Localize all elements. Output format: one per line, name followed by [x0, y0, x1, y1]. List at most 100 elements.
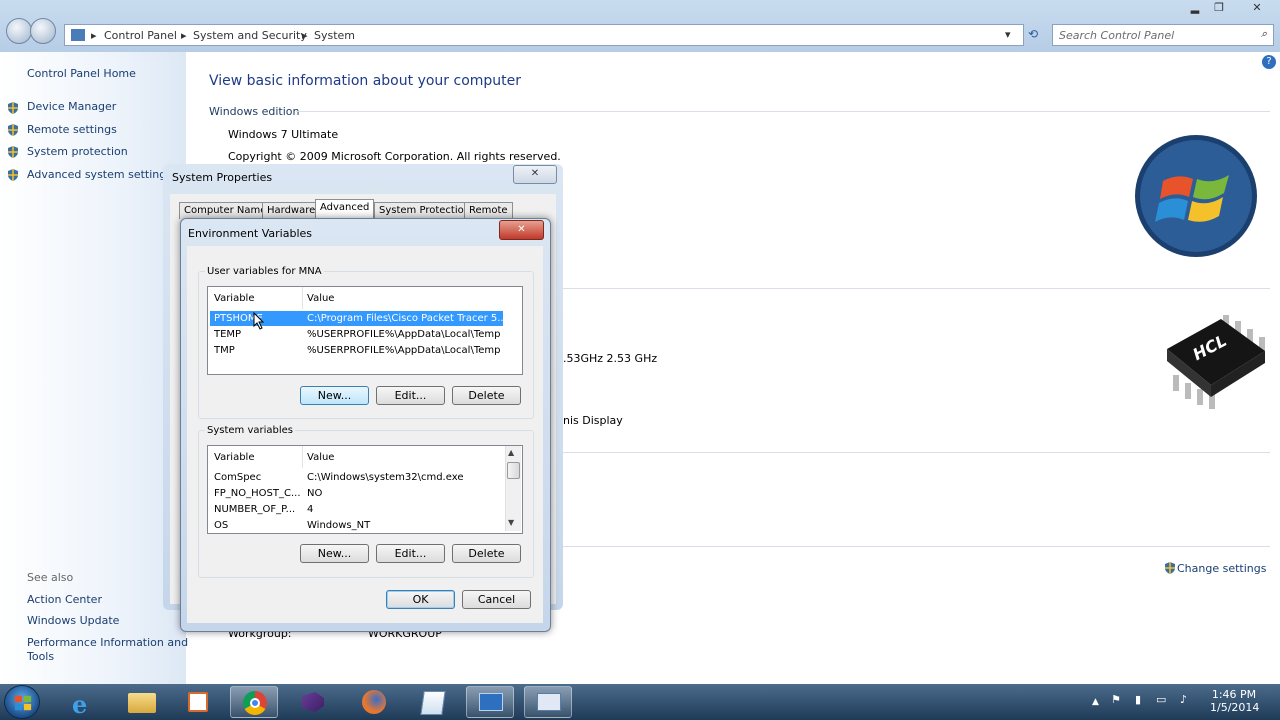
refresh-icon[interactable]: ⟲ — [1028, 27, 1038, 41]
search-input[interactable]: Search Control Panel ⌕ — [1052, 24, 1274, 46]
tab-advanced[interactable]: Advanced — [315, 199, 375, 219]
tab-computer-name[interactable]: Computer Name — [179, 202, 272, 219]
user-new-button[interactable]: New... — [300, 386, 369, 405]
sidebar-item-advanced-system-settings[interactable]: Advanced system settings — [27, 168, 172, 181]
tab-hardware[interactable]: Hardware — [262, 202, 321, 219]
system-var-value[interactable]: NO — [307, 488, 322, 499]
edition-value: Windows 7 Ultimate — [228, 128, 339, 141]
system-col-variable[interactable]: Variable — [214, 452, 255, 463]
page-title: View basic information about your comput… — [209, 73, 522, 89]
address-bar[interactable]: ▸ Control Panel ▸ System and Security ▸ … — [64, 24, 1024, 46]
sidebar-item-windows-update[interactable]: Windows Update — [27, 614, 119, 627]
system-var-value[interactable]: 4 — [307, 504, 313, 515]
chrome-icon[interactable] — [230, 686, 278, 718]
start-orb[interactable] — [4, 685, 40, 719]
maximize-button[interactable]: ❐ — [1208, 1, 1230, 17]
system-var-name[interactable]: ComSpec — [214, 472, 261, 483]
tab-remote[interactable]: Remote — [464, 202, 513, 219]
minimize-button[interactable]: ▂ — [1184, 1, 1206, 17]
breadcrumb-separator: ▸ — [91, 29, 97, 42]
forward-icon[interactable] — [30, 18, 56, 44]
clock-date: 1/5/2014 — [1210, 701, 1260, 714]
internet-explorer-icon[interactable]: e — [60, 686, 108, 719]
file-explorer-icon[interactable] — [118, 686, 166, 718]
sidebar-control-panel-home[interactable]: Control Panel Home — [27, 67, 136, 80]
system-variables-scrollbar[interactable]: ▲ ▼ — [505, 446, 521, 531]
notepad-icon[interactable] — [408, 686, 456, 718]
clock[interactable]: 1:46 PM 1/5/2014 — [1210, 688, 1260, 714]
system-edit-button[interactable]: Edit... — [376, 544, 445, 563]
user-delete-button[interactable]: Delete — [452, 386, 521, 405]
divider — [560, 546, 1270, 547]
nav-buttons — [6, 18, 56, 48]
environment-variables-close-button[interactable]: ✕ — [499, 220, 544, 240]
system-properties-title: System Properties — [172, 171, 273, 184]
user-var-value[interactable]: C:\Program Files\Cisco Packet Tracer 5..… — [307, 313, 510, 324]
system-properties-close-button[interactable]: ✕ — [513, 165, 557, 184]
firefox-icon[interactable] — [350, 686, 398, 718]
scroll-down-icon[interactable]: ▼ — [508, 518, 514, 527]
system-var-name[interactable]: OS — [214, 520, 228, 531]
system-properties-icon[interactable] — [524, 686, 572, 718]
sidebar-item-device-manager[interactable]: Device Manager — [27, 100, 116, 113]
column-divider — [302, 287, 303, 309]
breadcrumb-control-panel[interactable]: Control Panel — [104, 29, 177, 42]
address-dropdown-icon[interactable]: ▾ — [1005, 28, 1011, 41]
section-windows-edition: Windows edition — [209, 105, 300, 118]
breadcrumb-separator: ▸ — [302, 29, 308, 42]
system-var-name[interactable]: FP_NO_HOST_C... — [214, 488, 301, 499]
system-var-value[interactable]: C:\Windows\system32\cmd.exe — [307, 472, 463, 483]
shield-icon — [1165, 562, 1175, 574]
user-col-variable[interactable]: Variable — [214, 293, 255, 304]
mouse-cursor-icon — [253, 312, 265, 330]
sidebar-item-performance-info[interactable]: Performance Information and — [27, 636, 188, 649]
manufacturer-logo — [1167, 315, 1265, 409]
windows-flag-icon — [14, 695, 32, 711]
volume-icon[interactable]: ♪ — [1180, 693, 1187, 706]
user-var-value[interactable]: %USERPROFILE%\AppData\Local\Temp — [307, 345, 500, 356]
user-var-name[interactable]: TMP — [214, 345, 235, 356]
breadcrumb-separator: ▸ — [181, 29, 187, 42]
cancel-button[interactable]: Cancel — [462, 590, 531, 609]
processor-value: .53GHz 2.53 GHz — [563, 352, 658, 365]
ok-button[interactable]: OK — [386, 590, 455, 609]
system-var-name[interactable]: NUMBER_OF_P... — [214, 504, 295, 515]
visual-studio-icon[interactable] — [290, 686, 338, 718]
help-icon[interactable]: ? — [1262, 55, 1276, 69]
user-var-name[interactable]: TEMP — [214, 329, 241, 340]
breadcrumb-system-security[interactable]: System and Security — [193, 29, 307, 42]
shield-icon — [8, 146, 18, 158]
sidebar-item-system-protection[interactable]: System protection — [27, 145, 128, 158]
breadcrumb-system[interactable]: System — [314, 29, 355, 42]
control-panel-icon — [71, 29, 85, 41]
display-value: nis Display — [563, 414, 623, 427]
sidebar-item-action-center[interactable]: Action Center — [27, 593, 102, 606]
control-panel-icon[interactable] — [466, 686, 514, 718]
back-icon[interactable] — [6, 18, 32, 44]
divider — [560, 288, 1270, 289]
shield-icon — [8, 124, 18, 136]
system-var-value[interactable]: Windows_NT — [307, 520, 370, 531]
show-hidden-icons[interactable]: ▲ — [1092, 697, 1099, 707]
change-settings-link[interactable]: Change settings — [1177, 562, 1266, 575]
user-edit-button[interactable]: Edit... — [376, 386, 445, 405]
user-col-value[interactable]: Value — [307, 293, 334, 304]
system-col-value[interactable]: Value — [307, 452, 334, 463]
system-new-button[interactable]: New... — [300, 544, 369, 563]
close-button[interactable]: ✕ — [1240, 1, 1274, 17]
user-variables-label: User variables for MNA — [205, 266, 324, 277]
user-var-value[interactable]: %USERPROFILE%\AppData\Local\Temp — [307, 329, 500, 340]
system-delete-button[interactable]: Delete — [452, 544, 521, 563]
media-player-icon[interactable] — [174, 686, 222, 718]
battery-icon[interactable]: ▮ — [1135, 693, 1141, 706]
scroll-thumb[interactable] — [507, 462, 520, 479]
tab-system-protection[interactable]: System Protection — [374, 202, 476, 219]
windows-logo — [1135, 135, 1257, 257]
sidebar-item-performance-tools[interactable]: Tools — [27, 650, 54, 663]
action-center-flag-icon[interactable]: ⚑ — [1111, 693, 1121, 706]
sidebar-item-remote-settings[interactable]: Remote settings — [27, 123, 117, 136]
search-icon[interactable]: ⌕ — [1261, 27, 1267, 41]
scroll-up-icon[interactable]: ▲ — [508, 448, 514, 457]
network-icon[interactable]: ▭ — [1156, 693, 1166, 706]
clock-time: 1:46 PM — [1211, 688, 1257, 701]
